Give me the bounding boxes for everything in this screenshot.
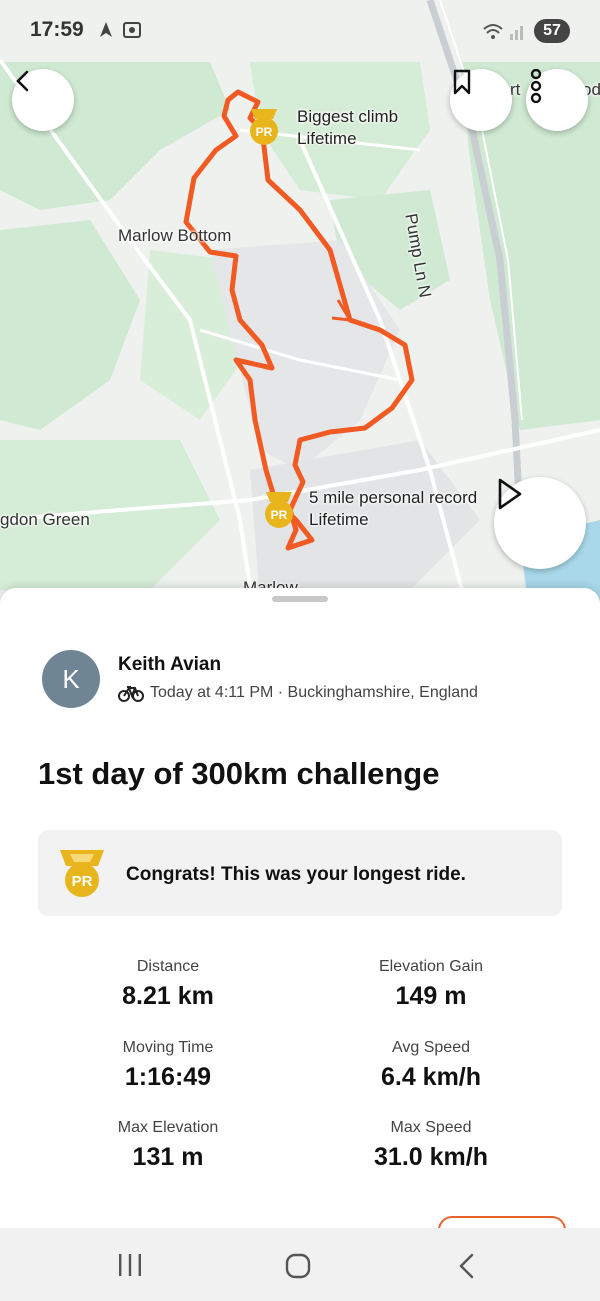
- map-label-don-green: gdon Green: [0, 510, 90, 529]
- stat-label: Moving Time: [122, 1039, 214, 1056]
- more-options-button[interactable]: [526, 69, 588, 131]
- activity-map[interactable]: Marlow Bottom Pump Ln N gdon Green Marlo…: [0, 0, 600, 620]
- stat-label: Max Elevation: [117, 1119, 219, 1136]
- stat-value: 6.4 km/h: [380, 1063, 482, 1091]
- stat-label: Avg Speed: [392, 1039, 470, 1056]
- sheet-drag-handle[interactable]: [272, 596, 328, 602]
- stat-avg-speed: Avg Speed 6.4 km/h: [301, 1039, 561, 1092]
- more-vertical-icon: [530, 69, 542, 103]
- achievement-banner[interactable]: PR Congrats! This was your longest ride.: [38, 830, 562, 916]
- stat-value: 131 m: [132, 1143, 204, 1171]
- stat-moving-time: Moving Time 1:16:49: [38, 1039, 298, 1092]
- stat-label: Distance: [136, 958, 200, 975]
- system-back-icon[interactable]: [456, 1252, 476, 1280]
- stat-distance: Distance 8.21 km: [38, 958, 298, 1011]
- avatar[interactable]: K: [42, 650, 100, 708]
- pr-badge-icon: PR: [58, 848, 106, 903]
- navigation-arrow-icon: [100, 22, 112, 37]
- pr-marker-subtitle: Lifetime: [309, 510, 369, 529]
- status-time: 17:59: [30, 18, 84, 41]
- home-icon[interactable]: [284, 1252, 312, 1280]
- stat-label: Max Speed: [390, 1119, 472, 1136]
- activity-meta: Today at 4:11 PM · Buckinghamshire, Engl…: [118, 684, 478, 702]
- pr-marker-badge-1: PR: [256, 125, 273, 139]
- stat-elevation-gain: Elevation Gain 149 m: [301, 958, 561, 1011]
- pr-marker-label: Biggest climb Lifetime: [297, 106, 398, 150]
- pr-marker-title: 5 mile personal record: [309, 488, 478, 507]
- achievement-text: Congrats! This was your longest ride.: [126, 864, 466, 885]
- stat-max-speed: Max Speed 31.0 km/h: [301, 1119, 561, 1172]
- save-route-button[interactable]: [450, 69, 512, 131]
- activity-title: 1st day of 300km challenge: [38, 756, 440, 791]
- pr-marker-label: 5 mile personal record Lifetime: [309, 487, 477, 531]
- system-nav-bar: [0, 1228, 600, 1301]
- stat-value: 8.21 km: [122, 982, 214, 1010]
- pr-marker-title: Biggest climb: [297, 107, 399, 126]
- stat-max-elevation: Max Elevation 131 m: [38, 1119, 298, 1172]
- battery-indicator: 57: [534, 19, 570, 43]
- chevron-left-icon: [16, 70, 29, 92]
- pr-badge-text: PR: [72, 873, 93, 890]
- bookmark-icon: [453, 69, 471, 95]
- back-button[interactable]: [12, 69, 74, 131]
- bike-icon: [118, 686, 144, 702]
- stat-label: Elevation Gain: [378, 958, 484, 975]
- screenshot-icon: [123, 22, 141, 38]
- athlete-name[interactable]: Keith Avian: [118, 654, 221, 676]
- stat-value: 31.0 km/h: [374, 1143, 488, 1171]
- recent-apps-icon[interactable]: [116, 1252, 144, 1278]
- status-bar: 17:59 57: [0, 0, 600, 62]
- stat-value: 149 m: [395, 982, 467, 1010]
- pr-marker-subtitle: Lifetime: [297, 129, 357, 148]
- play-flyover-button[interactable]: [494, 477, 586, 569]
- stat-value: 1:16:49: [124, 1063, 212, 1091]
- activity-sheet[interactable]: K Keith Avian Today at 4:11 PM · Bucking…: [0, 588, 600, 1248]
- wifi-signal-icon: [483, 24, 523, 40]
- activity-meta-text: Today at 4:11 PM · Buckinghamshire, Engl…: [150, 684, 478, 701]
- pr-marker-badge-2: PR: [271, 508, 288, 522]
- map-label-marlow-bottom: Marlow Bottom: [118, 226, 232, 245]
- play-icon: [498, 478, 522, 510]
